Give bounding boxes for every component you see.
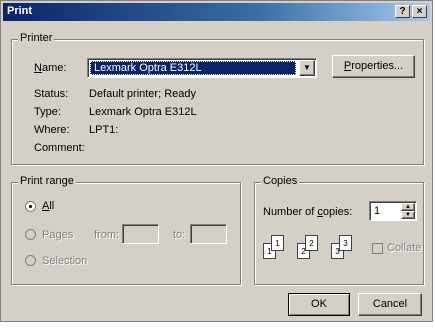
cancel-button[interactable]: Cancel — [358, 293, 422, 316]
dropdown-arrow-icon[interactable]: ▼ — [299, 60, 315, 76]
copies-group-label: Copies — [261, 175, 300, 187]
window-title: Print — [7, 5, 33, 17]
selection-label: Selection — [42, 255, 88, 267]
printer-group: Printer Name: Lexmark Optra E312L ▼ Prop… — [11, 32, 424, 165]
all-label: All — [42, 200, 55, 212]
help-icon[interactable]: ? — [395, 5, 410, 18]
spin-down-icon[interactable]: ▼ — [401, 211, 415, 219]
printer-name-selection: Lexmark Optra E312L — [90, 61, 296, 75]
copies-spinner[interactable]: 1 ▲ ▼ — [369, 201, 417, 221]
number-of-copies-label: Number of copies: — [263, 206, 353, 218]
where-label: Where: — [34, 124, 70, 136]
type-value: Lexmark Optra E312L — [89, 106, 197, 118]
where-value: LPT1: — [89, 124, 119, 136]
pages-radio[interactable] — [25, 229, 36, 240]
close-icon[interactable]: × — [412, 5, 427, 18]
ok-button[interactable]: OK — [288, 293, 350, 316]
properties-button[interactable]: Properties... — [332, 55, 415, 78]
page-icon: 3 — [339, 235, 352, 251]
printer-name-label: Name: — [34, 62, 67, 74]
from-label: from: — [94, 229, 120, 241]
page-icon: 2 — [305, 235, 318, 251]
print-dialog: Print ? × Printer Name: Lexmark Optra E3… — [0, 0, 433, 322]
copies-group: Copies Number of copies: 1 ▲ ▼ 1 1 2 2 3… — [254, 175, 424, 285]
printer-name-value: Lexmark Optra E312L — [94, 62, 202, 74]
comment-label: Comment: — [34, 142, 85, 154]
all-radio[interactable] — [25, 201, 36, 212]
print-range-group: Print range All Pages from: to: Selectio… — [11, 175, 241, 285]
page-icon: 1 — [271, 235, 284, 251]
collate-checkbox[interactable] — [372, 243, 383, 254]
status-value: Default printer; Ready — [89, 88, 196, 100]
collate-label: Collate — [387, 242, 422, 254]
type-label: Type: — [34, 106, 61, 118]
collate-illustration: 1 1 2 2 3 3 — [263, 235, 363, 267]
status-label: Status: — [34, 88, 69, 100]
copies-value: 1 — [374, 205, 381, 217]
title-bar: Print ? × — [3, 3, 430, 21]
to-label: to: — [173, 229, 186, 241]
printer-group-label: Printer — [18, 32, 55, 44]
pages-label: Pages — [42, 229, 74, 241]
selection-radio[interactable] — [25, 255, 36, 266]
from-input[interactable] — [122, 224, 159, 244]
to-input[interactable] — [190, 224, 227, 244]
printer-name-dropdown[interactable]: Lexmark Optra E312L ▼ — [87, 58, 317, 78]
spin-up-icon[interactable]: ▲ — [401, 203, 415, 211]
print-range-group-label: Print range — [18, 175, 76, 187]
